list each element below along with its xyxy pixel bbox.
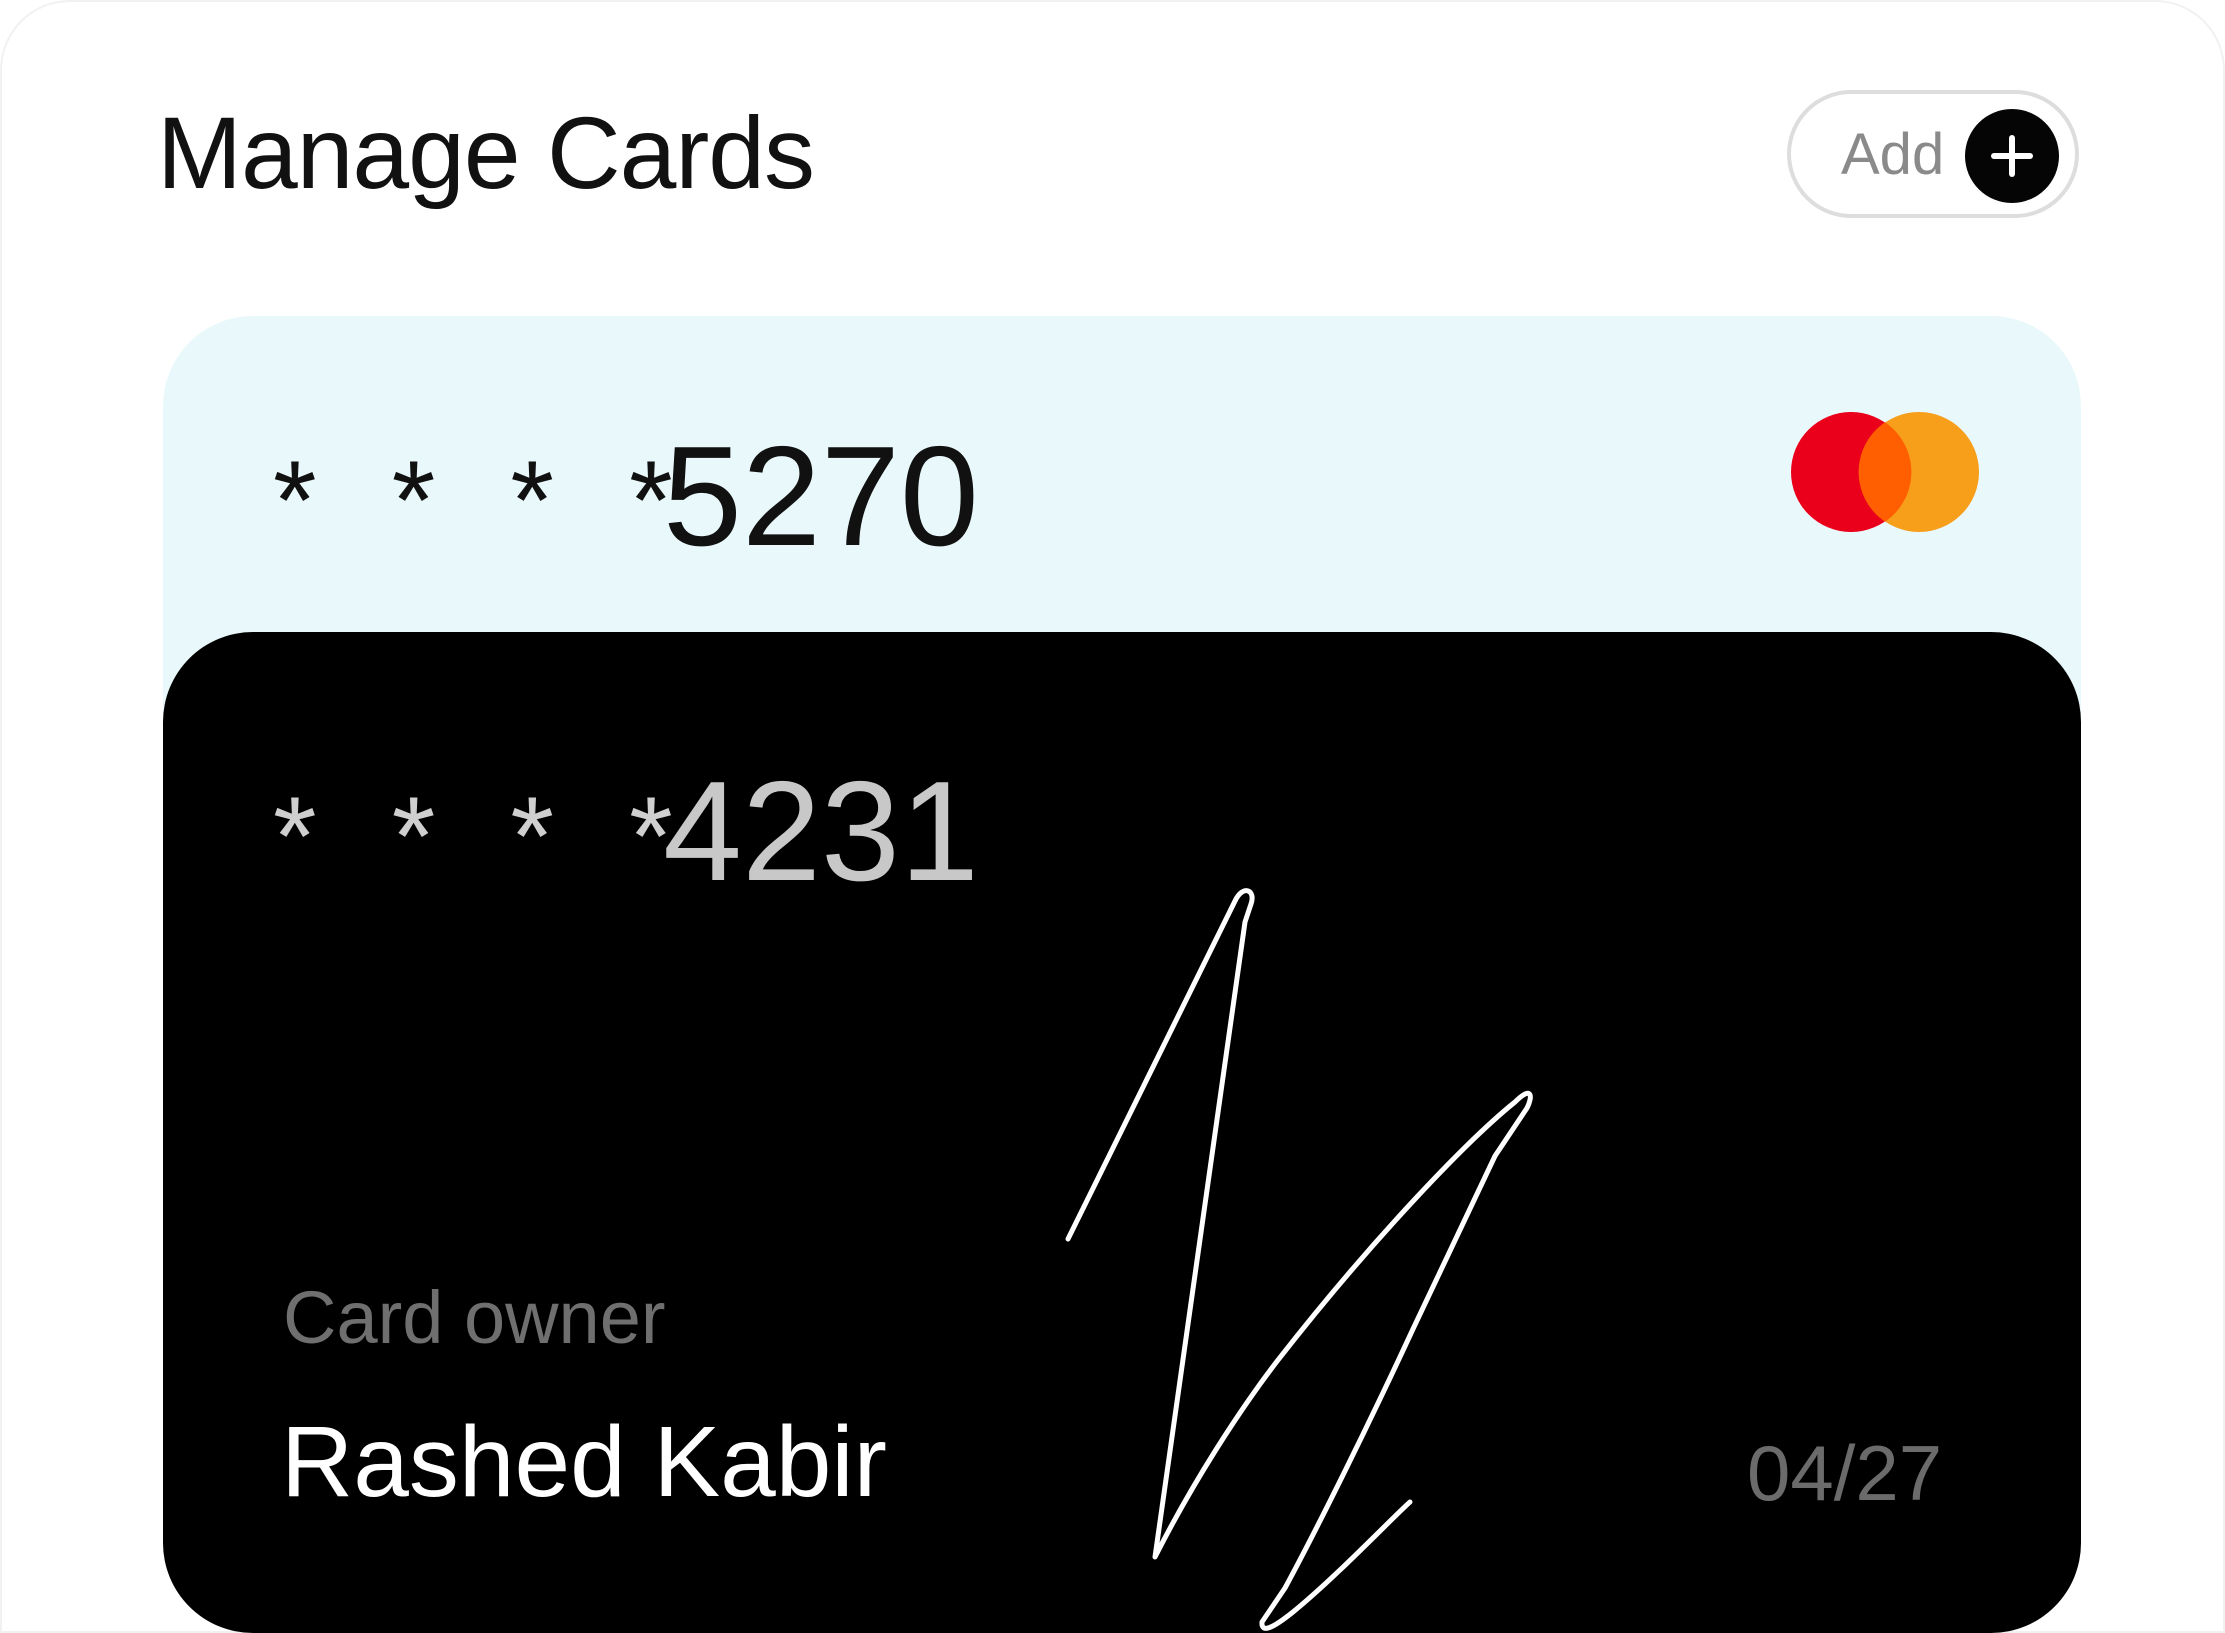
card-expiry-date: 04/27 [1747, 1429, 1943, 1517]
manage-cards-panel: Manage Cards Add * * * * 5270 * * * * 42… [0, 0, 2225, 1633]
card-masked-digits: * * * * [273, 774, 695, 899]
mastercard-logo [1791, 410, 1979, 534]
add-button-label: Add [1841, 122, 1945, 187]
card-owner-label: Card owner [283, 1276, 666, 1359]
card-last-four: 4231 [663, 752, 979, 911]
plus-icon [1965, 109, 2059, 203]
card-owner-name: Rashed Kabir [281, 1406, 887, 1518]
card-last-four: 5270 [663, 417, 979, 576]
card-masked-digits: * * * * [273, 438, 695, 563]
add-card-button[interactable]: Add [1787, 90, 2079, 218]
card-4231[interactable]: * * * * 4231 Card owner Rashed Kabir 04/… [163, 632, 2081, 1633]
page-title: Manage Cards [157, 96, 815, 210]
